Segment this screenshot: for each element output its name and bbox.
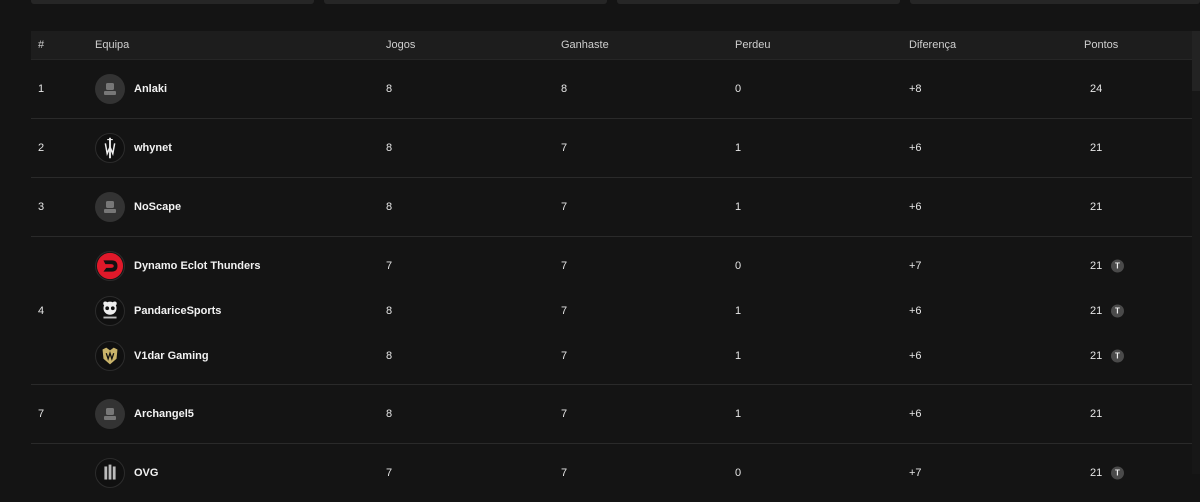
- points-cell: 24: [1090, 83, 1103, 95]
- diff-cell: +7: [909, 260, 922, 272]
- scrollbar[interactable]: [1192, 31, 1200, 474]
- table-row[interactable]: OVG 7 7 0 +7 21 T: [31, 444, 1192, 502]
- diff-cell: +6: [909, 350, 922, 362]
- points-cell: 21: [1090, 142, 1103, 154]
- ovg-logo: [95, 458, 125, 488]
- team-name[interactable]: whynet: [134, 142, 172, 154]
- table-header: # Equipa Jogos Ganhaste Perdeu Diferença…: [31, 31, 1192, 60]
- won-cell: 8: [561, 83, 568, 95]
- games-cell: 7: [386, 260, 393, 272]
- team-name[interactable]: Archangel5: [134, 408, 194, 420]
- v1dar-logo: [95, 341, 125, 371]
- table-row[interactable]: V1dar Gaming 8 7 1 +6 21 T: [31, 341, 1192, 371]
- header-won[interactable]: Ganhaste: [561, 39, 609, 51]
- stat-card[interactable]: [31, 0, 314, 4]
- lost-cell: 0: [735, 467, 742, 479]
- header-lost[interactable]: Perdeu: [735, 39, 770, 51]
- points-cell: 21: [1090, 260, 1103, 272]
- header-points[interactable]: Pontos: [1084, 39, 1118, 51]
- games-cell: 8: [386, 83, 393, 95]
- avatar-placeholder-icon: [95, 192, 125, 222]
- games-cell: 8: [386, 408, 393, 420]
- rank-cell: 7: [38, 408, 45, 420]
- avatar-placeholder-icon: [95, 74, 125, 104]
- games-cell: 8: [386, 201, 393, 213]
- tie-badge[interactable]: T: [1111, 349, 1124, 363]
- team-name[interactable]: OVG: [134, 467, 158, 479]
- pandarice-logo: [95, 296, 125, 326]
- standings-table: # Equipa Jogos Ganhaste Perdeu Diferença…: [31, 31, 1192, 502]
- top-cards: [31, 0, 1200, 4]
- table-row[interactable]: 1 Anlaki 8 8 0 +8 24: [31, 60, 1192, 119]
- won-cell: 7: [561, 467, 568, 479]
- games-cell: 8: [386, 350, 393, 362]
- table-row[interactable]: Dynamo Eclot Thunders 7 7 0 +7 21 T: [31, 251, 1192, 281]
- rank-cell: 2: [38, 142, 45, 154]
- lost-cell: 1: [735, 142, 742, 154]
- diff-cell: +6: [909, 142, 922, 154]
- diff-cell: +8: [909, 83, 922, 95]
- points-cell: 21: [1090, 467, 1103, 479]
- stat-card[interactable]: [617, 0, 900, 4]
- points-cell: 21: [1090, 408, 1103, 420]
- games-cell: 8: [386, 142, 393, 154]
- stat-card[interactable]: [324, 0, 607, 4]
- table-row-group: 4 Dynamo Eclot Thunders 7 7 0 +7 21 T Pa…: [31, 237, 1192, 385]
- lost-cell: 1: [735, 350, 742, 362]
- scrollbar-thumb[interactable]: [1192, 31, 1200, 91]
- rank-cell: 3: [38, 201, 45, 213]
- lost-cell: 1: [735, 408, 742, 420]
- table-row[interactable]: PandariceSports 8 7 1 +6 21 T: [31, 296, 1192, 326]
- dynamo-logo: [95, 251, 125, 281]
- won-cell: 7: [561, 350, 568, 362]
- avatar-placeholder-icon: [95, 399, 125, 429]
- won-cell: 7: [561, 305, 568, 317]
- points-cell: 21: [1090, 201, 1103, 213]
- games-cell: 8: [386, 305, 393, 317]
- won-cell: 7: [561, 142, 568, 154]
- lost-cell: 1: [735, 305, 742, 317]
- header-games[interactable]: Jogos: [386, 39, 415, 51]
- tie-badge[interactable]: T: [1111, 259, 1124, 273]
- team-name[interactable]: Anlaki: [134, 83, 167, 95]
- stat-card[interactable]: [910, 0, 1200, 4]
- team-name[interactable]: PandariceSports: [134, 305, 221, 317]
- table-row[interactable]: 3 NoScape 8 7 1 +6 21: [31, 178, 1192, 237]
- table-row[interactable]: 7 Archangel5 8 7 1 +6 21: [31, 385, 1192, 444]
- whynet-logo: [95, 133, 125, 163]
- team-name[interactable]: NoScape: [134, 201, 181, 213]
- tie-badge[interactable]: T: [1111, 304, 1124, 318]
- won-cell: 7: [561, 408, 568, 420]
- lost-cell: 0: [735, 260, 742, 272]
- points-cell: 21: [1090, 305, 1103, 317]
- won-cell: 7: [561, 260, 568, 272]
- header-rank[interactable]: #: [38, 39, 44, 51]
- lost-cell: 0: [735, 83, 742, 95]
- diff-cell: +6: [909, 201, 922, 213]
- header-team[interactable]: Equipa: [95, 39, 129, 51]
- lost-cell: 1: [735, 201, 742, 213]
- rank-cell: 1: [38, 83, 45, 95]
- diff-cell: +6: [909, 408, 922, 420]
- games-cell: 7: [386, 467, 393, 479]
- table-row[interactable]: 2 whynet 8 7 1 +6 21: [31, 119, 1192, 178]
- header-diff[interactable]: Diferença: [909, 39, 956, 51]
- team-name[interactable]: V1dar Gaming: [134, 350, 209, 362]
- won-cell: 7: [561, 201, 568, 213]
- points-cell: 21: [1090, 350, 1103, 362]
- diff-cell: +7: [909, 467, 922, 479]
- diff-cell: +6: [909, 305, 922, 317]
- tie-badge[interactable]: T: [1111, 466, 1124, 480]
- team-name[interactable]: Dynamo Eclot Thunders: [134, 260, 261, 272]
